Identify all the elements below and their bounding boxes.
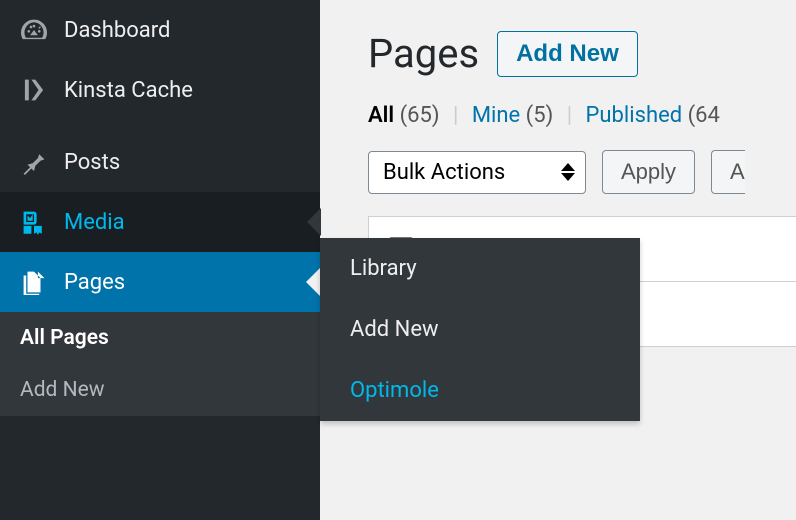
sidebar-submenu: All Pages Add New xyxy=(0,312,320,416)
sidebar-label: Media xyxy=(64,210,125,235)
sidebar-item-kinsta[interactable]: Kinsta Cache xyxy=(0,60,320,120)
sidebar-item-pages[interactable]: Pages xyxy=(0,252,320,312)
sidebar-item-posts[interactable]: Posts xyxy=(0,132,320,192)
all-dates-button[interactable]: A xyxy=(711,150,745,194)
admin-sidebar: Dashboard Kinsta Cache Posts Media Pages… xyxy=(0,0,320,520)
sidebar-label: Pages xyxy=(64,270,125,295)
filter-published-count: (64 xyxy=(688,103,720,128)
filter-all-count: (65) xyxy=(400,103,440,128)
apply-button[interactable]: Apply xyxy=(602,150,695,194)
bulk-actions-row: Bulk Actions Apply A xyxy=(368,150,796,194)
flyout-add-new[interactable]: Add New xyxy=(320,299,640,360)
add-new-button[interactable]: Add New xyxy=(497,31,638,77)
sidebar-item-dashboard[interactable]: Dashboard xyxy=(0,0,320,60)
select-caret-icon xyxy=(561,163,575,181)
dashboard-icon xyxy=(20,16,48,44)
flyout-optimole[interactable]: Optimole xyxy=(320,360,640,421)
active-arrow-icon xyxy=(306,268,320,296)
page-header: Pages Add New xyxy=(368,30,796,77)
submenu-add-new[interactable]: Add New xyxy=(0,364,320,416)
separator: | xyxy=(567,103,572,128)
sidebar-item-media[interactable]: Media xyxy=(0,192,320,252)
media-flyout: Library Add New Optimole xyxy=(320,238,640,421)
filter-mine[interactable]: Mine xyxy=(472,103,520,128)
sidebar-label: Dashboard xyxy=(64,18,170,43)
select-value: Bulk Actions xyxy=(383,160,505,185)
filter-all[interactable]: All xyxy=(368,103,394,128)
separator: | xyxy=(453,103,458,128)
kinsta-icon xyxy=(20,76,48,104)
sidebar-label: Posts xyxy=(64,150,120,175)
bulk-actions-select[interactable]: Bulk Actions xyxy=(368,151,586,194)
pages-icon xyxy=(20,268,48,296)
media-icon xyxy=(20,208,48,236)
filter-links: All (65) | Mine (5) | Published (64 xyxy=(368,103,796,128)
flyout-library[interactable]: Library xyxy=(320,238,640,299)
pin-icon xyxy=(20,148,48,176)
page-title: Pages xyxy=(368,30,479,77)
flyout-arrow-icon xyxy=(307,208,321,236)
filter-mine-count: (5) xyxy=(526,103,554,128)
filter-published[interactable]: Published xyxy=(586,103,683,128)
submenu-all-pages[interactable]: All Pages xyxy=(0,312,320,364)
sidebar-label: Kinsta Cache xyxy=(64,78,193,103)
